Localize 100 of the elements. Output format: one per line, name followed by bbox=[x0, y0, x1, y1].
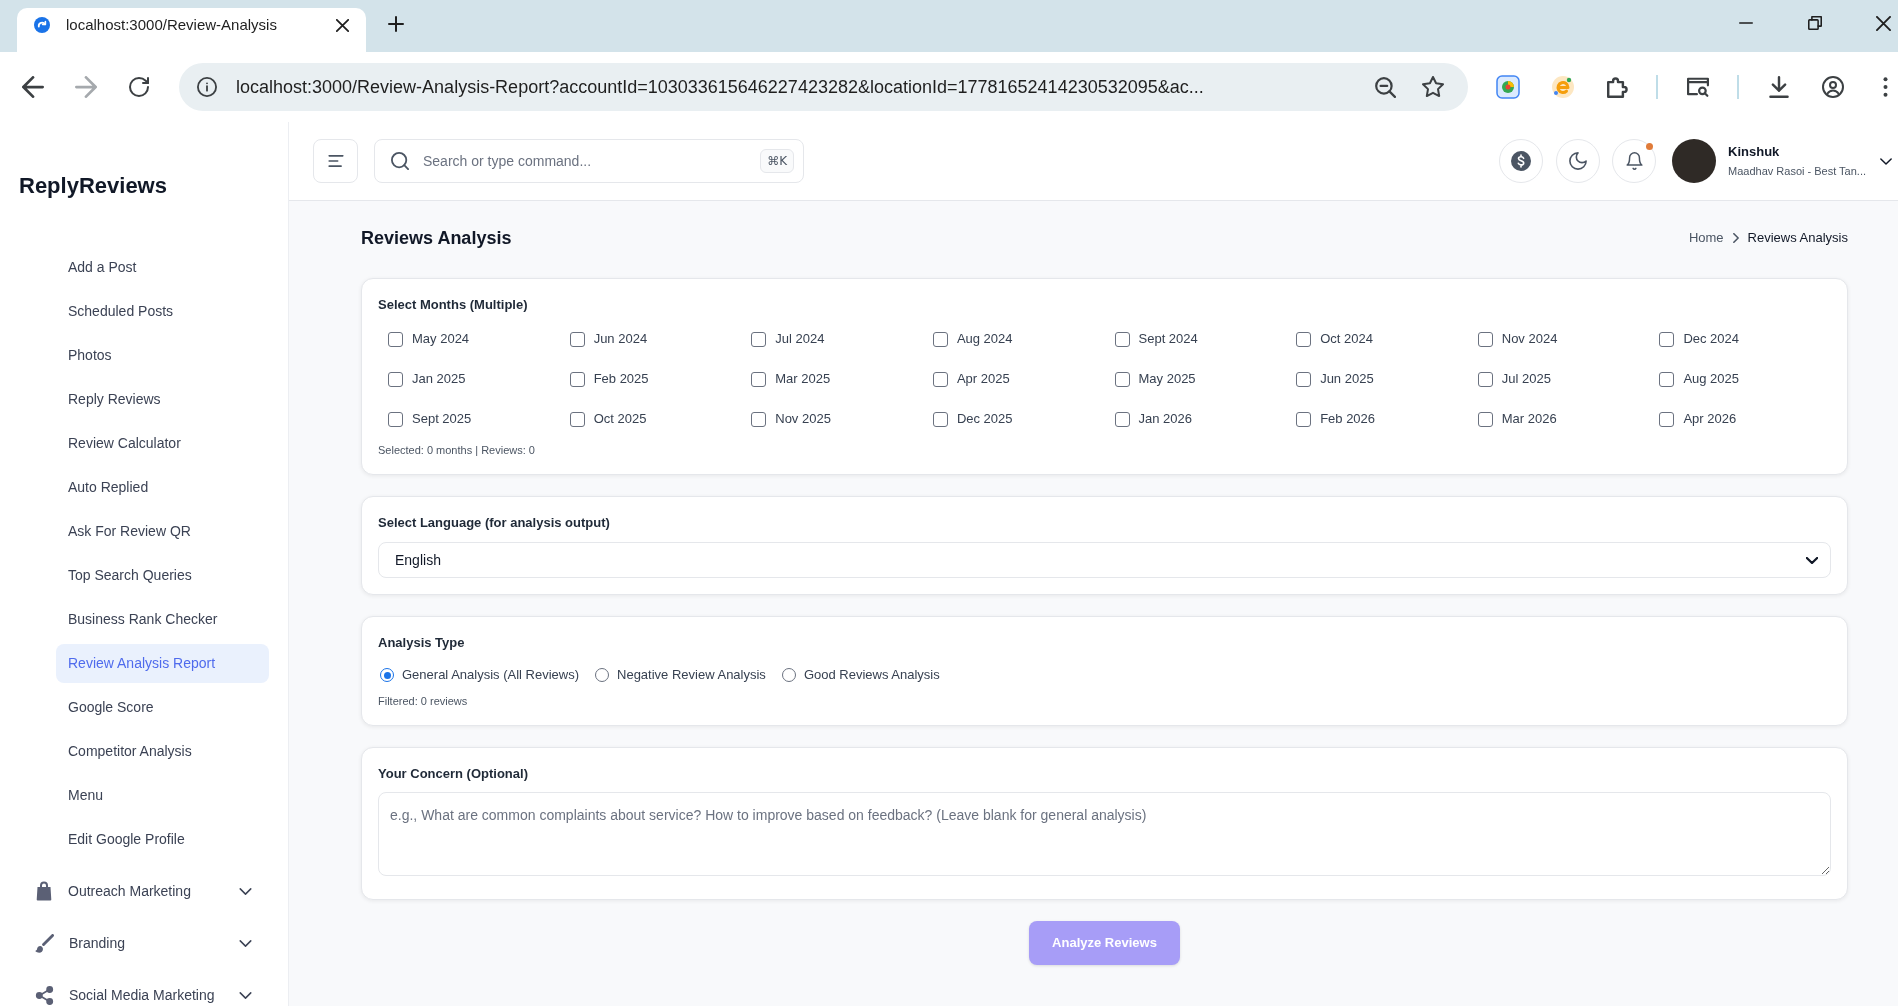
checkbox[interactable] bbox=[569, 411, 585, 427]
checkbox[interactable] bbox=[1296, 331, 1312, 347]
checkbox-label: Feb 2026 bbox=[1320, 410, 1376, 429]
section-label: Select Language (for analysis output) bbox=[378, 514, 611, 532]
sidebar-item[interactable]: Photos bbox=[56, 336, 269, 375]
radio-button[interactable] bbox=[380, 668, 394, 682]
section-label: Analysis Type bbox=[378, 634, 466, 652]
puzzle-icon[interactable] bbox=[1607, 76, 1629, 98]
checkbox[interactable] bbox=[569, 371, 585, 387]
star-icon[interactable] bbox=[1422, 76, 1444, 98]
sidebar-item[interactable]: Add a Post bbox=[56, 248, 269, 287]
sidebar-item[interactable]: Business Rank Checker bbox=[56, 600, 269, 639]
close-icon[interactable] bbox=[336, 18, 349, 32]
tab-search-icon[interactable] bbox=[1687, 76, 1709, 98]
bell-icon bbox=[1625, 152, 1643, 170]
checkbox[interactable] bbox=[1296, 371, 1312, 387]
back-arrow-icon[interactable] bbox=[22, 76, 44, 98]
sidebar-item[interactable]: Review Calculator bbox=[56, 424, 269, 463]
checkbox[interactable] bbox=[751, 331, 767, 347]
chevron-down-icon[interactable] bbox=[1880, 157, 1892, 165]
new-tab-icon[interactable] bbox=[388, 16, 404, 32]
radio-button[interactable] bbox=[781, 668, 796, 682]
checkbox[interactable] bbox=[1659, 331, 1675, 347]
page-title: Reviews Analysis bbox=[361, 227, 512, 250]
avatar[interactable] bbox=[1672, 139, 1716, 183]
sidebar-item[interactable]: Ask For Review QR bbox=[56, 512, 269, 551]
reload-icon[interactable] bbox=[129, 77, 149, 97]
checkbox-label: Jan 2025 bbox=[412, 370, 466, 389]
download-icon[interactable] bbox=[1768, 76, 1790, 98]
restore-icon[interactable] bbox=[1808, 16, 1822, 30]
sidebar-group[interactable]: Outreach Marketing bbox=[0, 865, 288, 917]
checkbox-label: Sept 2025 bbox=[412, 410, 472, 429]
checkbox[interactable] bbox=[1477, 331, 1493, 347]
zoom-out-icon[interactable] bbox=[1374, 76, 1396, 98]
sidebar-item[interactable]: Edit Google Profile bbox=[56, 820, 269, 859]
sidebar-item[interactable]: Scheduled Posts bbox=[56, 292, 269, 331]
tab-title: localhost:3000/Review-Analysis bbox=[66, 14, 277, 35]
checkbox[interactable] bbox=[932, 411, 948, 427]
user-name: Kinshuk bbox=[1728, 143, 1781, 161]
info-icon[interactable] bbox=[197, 77, 217, 97]
extension-icon[interactable] bbox=[1496, 75, 1520, 99]
checkbox[interactable] bbox=[932, 331, 948, 347]
checkbox[interactable] bbox=[388, 411, 403, 427]
share-icon bbox=[35, 985, 54, 1005]
sidebar-item[interactable]: Review Analysis Report bbox=[56, 644, 269, 683]
checkbox[interactable] bbox=[751, 371, 767, 387]
checkbox-label: Jul 2025 bbox=[1501, 370, 1551, 389]
sidebar-item[interactable]: Google Score bbox=[56, 688, 269, 727]
chevron-down-icon bbox=[1806, 556, 1818, 564]
checkbox-label: Oct 2025 bbox=[593, 410, 647, 429]
checkbox-label: Apr 2026 bbox=[1683, 410, 1737, 429]
selection-summary: Selected: 0 months | Reviews: 0 bbox=[378, 443, 536, 458]
sidebar-group[interactable]: Social Media Marketing bbox=[0, 969, 288, 1006]
concern-field[interactable]: e.g., What are common complaints about service? How to improve based on feedback? (Leave blank for general analysis) bbox=[378, 792, 1831, 876]
breadcrumb-link[interactable]: Home bbox=[1688, 228, 1724, 248]
checkbox-label: Jun 2025 bbox=[1320, 370, 1374, 389]
checkbox-label: Aug 2025 bbox=[1683, 370, 1740, 389]
checkbox[interactable] bbox=[1659, 411, 1675, 427]
shortcut-key: ⌘K bbox=[760, 149, 794, 173]
checkbox[interactable] bbox=[388, 371, 403, 387]
moon-icon bbox=[1569, 152, 1587, 170]
checkbox[interactable] bbox=[1477, 371, 1493, 387]
checkbox[interactable] bbox=[569, 331, 585, 347]
dollar-icon bbox=[1511, 151, 1531, 171]
chevron-right-icon bbox=[1732, 233, 1739, 243]
radio-button[interactable] bbox=[595, 668, 609, 682]
checkbox[interactable] bbox=[1659, 371, 1675, 387]
menu-button[interactable] bbox=[313, 139, 358, 183]
logo-text: ReplyReviews bbox=[18, 172, 168, 200]
section-label: Your Concern (Optional) bbox=[378, 765, 529, 783]
language-select[interactable]: English bbox=[378, 542, 1831, 578]
checkbox-label: Nov 2025 bbox=[775, 410, 831, 429]
checkbox-label: Jul 2024 bbox=[775, 330, 825, 349]
browser-tab[interactable]: localhost:3000/Review-Analysis bbox=[17, 8, 366, 52]
checkbox[interactable] bbox=[932, 371, 948, 387]
checkbox-label: Aug 2024 bbox=[956, 330, 1013, 349]
checkbox[interactable] bbox=[1296, 411, 1312, 427]
checkbox[interactable] bbox=[1114, 411, 1130, 427]
close-icon[interactable] bbox=[1876, 15, 1891, 31]
checkbox[interactable] bbox=[1114, 371, 1130, 387]
checkbox[interactable] bbox=[751, 411, 767, 427]
profile-icon[interactable] bbox=[1822, 76, 1844, 98]
address-bar[interactable]: localhost:3000/Review-Analysis-Report?accountId=103033615646227423282&locationId=17781652414230532095&ac... bbox=[179, 63, 1468, 111]
sidebar-item[interactable]: Menu bbox=[56, 776, 269, 815]
filtered-count: Filtered: 0 reviews bbox=[378, 694, 469, 709]
sidebar-item[interactable]: Top Search Queries bbox=[56, 556, 269, 595]
checkbox[interactable] bbox=[1114, 331, 1130, 347]
checkbox[interactable] bbox=[388, 331, 403, 347]
checkbox-label: Mar 2025 bbox=[775, 370, 831, 389]
sidebar-item[interactable]: Reply Reviews bbox=[56, 380, 269, 419]
sidebar-item[interactable]: Competitor Analysis bbox=[56, 732, 269, 771]
checkbox-label: Jun 2024 bbox=[593, 330, 648, 349]
sidebar-group[interactable]: Branding bbox=[0, 917, 288, 969]
breadcrumb-current: Reviews Analysis bbox=[1747, 229, 1848, 248]
more-menu-icon[interactable] bbox=[1883, 77, 1888, 97]
checkbox[interactable] bbox=[1477, 411, 1493, 427]
extension-icon[interactable] bbox=[1551, 75, 1575, 99]
sidebar-item[interactable]: Auto Replied bbox=[56, 468, 269, 507]
url-text[interactable]: localhost:3000/Review-Analysis-Report?accountId=103033615646227423282&locationId=17781652414230532095&ac... bbox=[236, 73, 1204, 101]
checkbox-label: Dec 2025 bbox=[956, 410, 1013, 429]
